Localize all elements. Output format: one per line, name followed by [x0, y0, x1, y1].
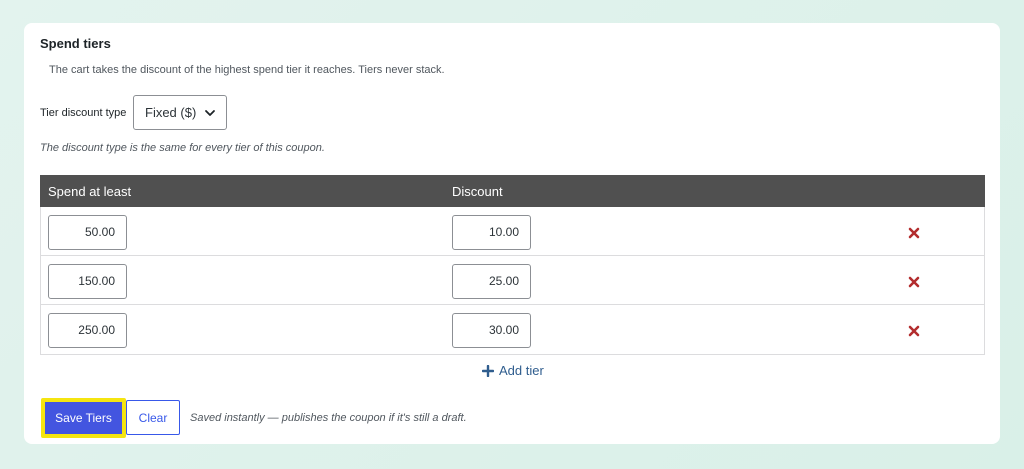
column-header-spend: Spend at least: [48, 184, 132, 199]
spend-tiers-card: Spend tiers The cart takes the discount …: [24, 23, 1000, 444]
add-tier-button[interactable]: Add tier: [482, 363, 544, 378]
add-tier-label: Add tier: [499, 363, 544, 378]
discount-input[interactable]: 10.00: [452, 215, 531, 250]
section-description: The cart takes the discount of the highe…: [49, 64, 445, 76]
table-header: Spend at least Discount: [40, 175, 985, 207]
remove-tier-icon[interactable]: [907, 226, 921, 240]
section-title: Spend tiers: [40, 36, 111, 51]
discount-input[interactable]: 30.00: [452, 313, 531, 348]
remove-tier-icon[interactable]: [907, 324, 921, 338]
discount-type-select[interactable]: Fixed ($): [133, 95, 227, 130]
remove-tier-icon[interactable]: [907, 275, 921, 289]
table-row: 250.00 30.00: [41, 305, 984, 354]
discount-type-selected-value: Fixed ($): [145, 105, 197, 120]
save-tiers-button[interactable]: Save Tiers: [41, 398, 126, 438]
chevron-down-icon: [205, 110, 215, 116]
plus-icon: [482, 364, 494, 377]
table-row: 150.00 25.00: [41, 256, 984, 305]
clear-button[interactable]: Clear: [126, 400, 180, 435]
table-body: 50.00 10.00 150.00 25.00 250.00 30.00: [40, 207, 985, 355]
discount-input[interactable]: 25.00: [452, 264, 531, 299]
table-row: 50.00 10.00: [41, 207, 984, 256]
save-note: Saved instantly — publishes the coupon i…: [190, 412, 467, 424]
spend-input[interactable]: 150.00: [48, 264, 127, 299]
discount-type-label: Tier discount type: [40, 107, 127, 119]
tiers-table: Spend at least Discount 50.00 10.00 150.…: [40, 175, 985, 355]
spend-input[interactable]: 250.00: [48, 313, 127, 348]
spend-input[interactable]: 50.00: [48, 215, 127, 250]
discount-type-note: The discount type is the same for every …: [40, 142, 325, 154]
column-header-discount: Discount: [452, 184, 503, 199]
